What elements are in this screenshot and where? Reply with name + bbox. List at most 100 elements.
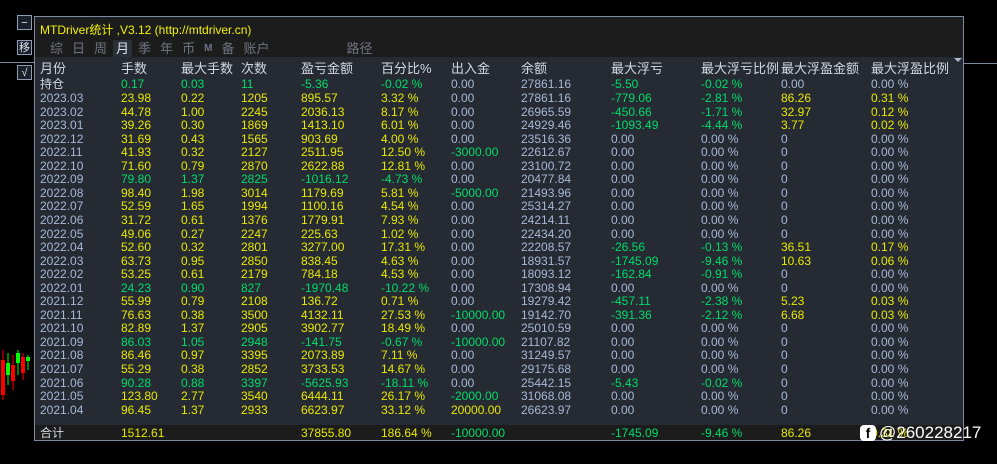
- table-cell: 24.23: [121, 280, 152, 295]
- table-cell: 2021.04: [40, 402, 84, 417]
- column-header: 月份: [40, 61, 67, 76]
- table-row: 2023.03 23.98 0.22 1205 895.57 3.32 % 0.00 2786…: [35, 91, 963, 105]
- table-cell: 3540: [241, 389, 268, 404]
- table-cell: -3000.00: [451, 145, 499, 160]
- table-cell: 1.02 %: [381, 226, 419, 241]
- table-cell: 32.97: [781, 104, 812, 119]
- table-cell: 23.98: [121, 91, 152, 105]
- table-cell: 0.95: [181, 253, 205, 268]
- tab-1[interactable]: 日: [69, 40, 88, 57]
- table-cell: 0.00 %: [871, 321, 909, 336]
- table-cell: 0.61: [181, 212, 205, 227]
- table-cell: 25314.27: [521, 199, 572, 214]
- table-cell: -0.02 %: [381, 77, 423, 91]
- table-cell: 0.00 %: [871, 375, 909, 390]
- tab-6[interactable]: 币: [179, 40, 198, 57]
- table-cell: -1.71 %: [701, 104, 743, 119]
- table-cell: 0.02 %: [871, 118, 909, 133]
- table-cell: 0.00: [451, 77, 475, 91]
- table-cell: 31068.08: [521, 389, 572, 404]
- table-cell: 1512.61: [121, 426, 165, 440]
- table-cell: 3733.53: [301, 362, 345, 376]
- table-row: 2023.01 39.26 0.30 1869 1413.10 6.01 % 0.00 249…: [35, 118, 963, 132]
- table-cell: 0.06 %: [871, 253, 909, 268]
- table-cell: 0.00 %: [871, 172, 909, 187]
- table-cell: 44.78: [121, 104, 152, 119]
- tab-8[interactable]: 备: [218, 40, 237, 57]
- table-cell: 31.69: [121, 131, 152, 146]
- table-cell: 2179: [241, 267, 268, 282]
- table-cell: -0.91 %: [701, 267, 743, 282]
- table-cell: 0.38: [181, 307, 205, 322]
- table-cell: 49.06: [121, 226, 152, 241]
- table-cell: 0.38: [181, 362, 205, 376]
- table-cell: -450.66: [611, 104, 652, 119]
- table-cell: 2.77: [181, 389, 205, 404]
- table-cell: 14.67 %: [381, 362, 426, 376]
- table-cell: -1745.09: [611, 426, 659, 440]
- table-cell: 0: [781, 362, 788, 376]
- move-button[interactable]: 移: [17, 40, 32, 55]
- table-cell: 2036.13: [301, 104, 345, 119]
- table-cell: 0.00 %: [701, 158, 739, 173]
- table-cell: 0.00 %: [871, 77, 909, 91]
- table-cell: 21493.96: [521, 185, 572, 200]
- table-cell: 2023.02: [40, 104, 84, 119]
- table-row: 2021.05 123.80 2.77 3540 6444.11 26.17 % -2000…: [35, 389, 963, 403]
- table-cell: 33.12 %: [381, 402, 426, 417]
- check-button[interactable]: √: [17, 65, 32, 80]
- table-cell: 3277.00: [301, 240, 345, 255]
- table-cell: 1779.91: [301, 212, 345, 227]
- table-cell: 0.00: [451, 348, 475, 363]
- tab-7[interactable]: M: [201, 40, 215, 57]
- table-cell: 1205: [241, 91, 268, 105]
- tab-2[interactable]: 周: [91, 40, 110, 57]
- tab-3[interactable]: 月: [113, 40, 133, 57]
- table-cell: -1016.12: [301, 172, 349, 187]
- table-cell: 0.00: [451, 253, 475, 268]
- table-cell: 0.00 %: [871, 145, 909, 160]
- table-cell: 0.00: [451, 375, 475, 390]
- collapse-button[interactable]: −: [17, 15, 32, 30]
- table-cell: 4.63 %: [381, 253, 419, 268]
- table-cell: 136.72: [301, 294, 338, 309]
- table-cell: 0.00: [451, 226, 475, 241]
- table-cell: 1.00: [181, 104, 205, 119]
- table-cell: -1093.49: [611, 118, 659, 133]
- table-row: 2022.05 49.06 0.27 2247 225.63 1.02 % 0.00 2243…: [35, 227, 963, 241]
- table-cell: 0.00 %: [701, 131, 739, 146]
- table-cell: 0.00 %: [701, 145, 739, 160]
- table-cell: 2948: [241, 334, 268, 349]
- table-row: 2021.10 82.89 1.37 2905 3902.77 18.49 % 0.00 25…: [35, 321, 963, 335]
- table-row: 2022.12 31.69 0.43 1565 903.69 4.00 % 0.00 2351…: [35, 132, 963, 146]
- table-cell: 25442.15: [521, 375, 572, 390]
- table-row: 2021.08 86.46 0.97 3395 2073.89 7.11 % 0.00 312…: [35, 348, 963, 362]
- table-cell: 0.00: [611, 131, 635, 146]
- table-cell: -4.73 %: [381, 172, 423, 187]
- table-cell: 0: [781, 212, 788, 227]
- table-cell: 2021.07: [40, 362, 84, 376]
- tab-5[interactable]: 年: [157, 40, 176, 57]
- table-cell: 6623.97: [301, 402, 345, 417]
- table-cell: 0.03 %: [871, 294, 909, 309]
- table-cell: 55.29: [121, 362, 152, 376]
- table-cell: -162.84: [611, 267, 652, 282]
- table-cell: 2022.10: [40, 158, 84, 173]
- tab-9[interactable]: 账户: [240, 40, 272, 57]
- table-cell: 0.00 %: [701, 348, 739, 363]
- table-cell: 37855.80: [301, 426, 352, 440]
- table-cell: 123.80: [121, 389, 158, 404]
- tab-4[interactable]: 季: [135, 40, 154, 57]
- table-cell: 0.00 %: [871, 158, 909, 173]
- tab-0[interactable]: 综: [47, 40, 66, 57]
- table-cell: -5.36: [301, 77, 329, 91]
- table-cell: 6.68: [781, 307, 805, 322]
- table-cell: 18.49 %: [381, 321, 426, 336]
- table-cell: 0.00 %: [701, 389, 739, 404]
- column-header: 盈亏金额: [301, 61, 354, 76]
- tab-10[interactable]: 路径: [343, 40, 375, 57]
- table-cell: 3902.77: [301, 321, 345, 336]
- table-cell: 0.00 %: [701, 280, 739, 295]
- column-header: 百分比%: [381, 61, 432, 76]
- table-cell: 0.00: [781, 77, 805, 91]
